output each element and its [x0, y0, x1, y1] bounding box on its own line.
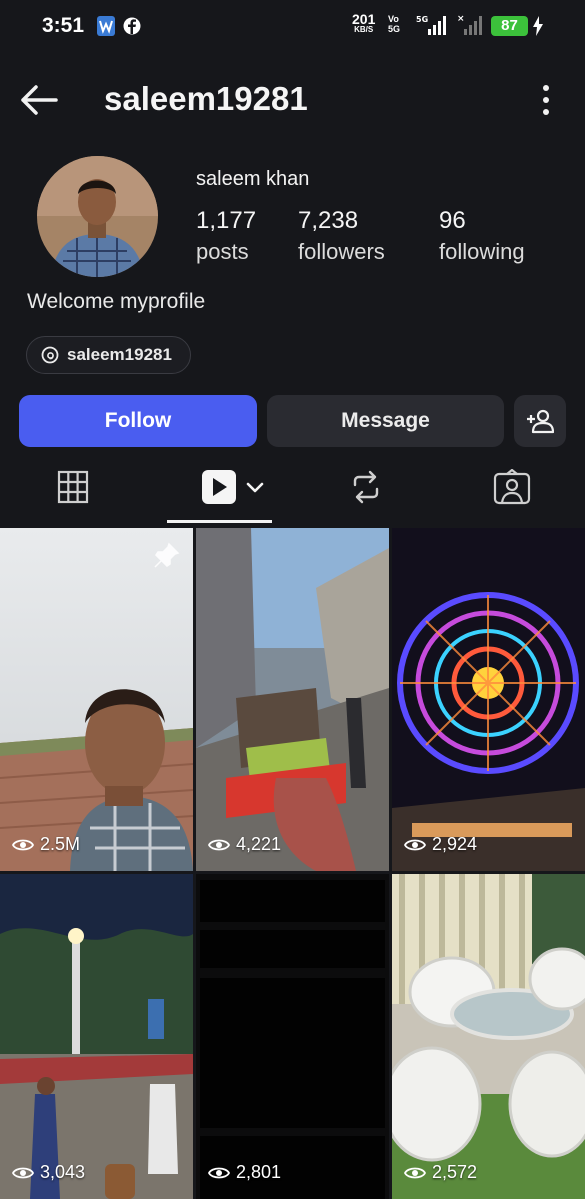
signal-secondary-icon: ×: [456, 13, 484, 35]
suggest-user-button[interactable]: [514, 395, 566, 447]
status-time: 3:51: [42, 14, 85, 37]
view-count-value: 3,043: [40, 1162, 86, 1182]
view-count-value: 2.5M: [40, 834, 81, 854]
view-count-value: 4,221: [236, 834, 282, 854]
view-count: 3,043: [12, 1162, 85, 1183]
threads-handle: saleem19281: [67, 345, 172, 364]
volte-indicator: Vo 5G: [388, 14, 400, 34]
view-count-value: 2,924: [432, 834, 478, 854]
more-vertical-icon: [543, 85, 549, 115]
signal-5g-icon: 5G: [414, 13, 450, 35]
reel-thumbnail[interactable]: 2,801: [196, 874, 389, 1199]
reels-icon: [202, 470, 264, 504]
threads-icon: [41, 346, 59, 364]
view-count: 2,572: [404, 1162, 477, 1183]
page-title: saleem19281: [104, 80, 308, 117]
eye-icon: [208, 839, 230, 850]
view-count-value: 2,801: [236, 1162, 282, 1182]
network-type: 5G: [416, 15, 428, 24]
followers-count: 7,238: [298, 207, 359, 234]
view-count-value: 2,572: [432, 1162, 478, 1182]
tab-reels[interactable]: [196, 465, 272, 509]
posts-label: posts: [196, 239, 249, 264]
grid-icon: [57, 470, 89, 504]
facebook-notification-icon: [123, 17, 141, 39]
view-count: 2.5M: [12, 834, 80, 855]
reposts-icon: [353, 470, 379, 504]
status-bar: 3:51 201 KB/S Vo 5G 5G × 87: [0, 0, 585, 52]
network-speed: 201 KB/S: [352, 12, 375, 34]
reel-thumbnail[interactable]: 3,043: [0, 874, 193, 1199]
volte-bottom: 5G: [388, 24, 401, 34]
followers-label: followers: [298, 239, 385, 264]
message-button[interactable]: Message: [267, 395, 504, 447]
reel-thumbnail[interactable]: 4,221: [196, 528, 389, 871]
follow-button[interactable]: Follow: [19, 395, 257, 447]
active-tab-indicator: [167, 520, 272, 523]
posts-count: 1,177: [196, 207, 257, 234]
tab-reposts[interactable]: [348, 465, 384, 509]
display-name: saleem khan: [196, 168, 310, 190]
profile-bio: Welcome myprofile: [27, 290, 206, 313]
stat-followers[interactable]: 7,238 followers: [298, 207, 385, 265]
charging-icon: [532, 16, 544, 38]
eye-icon: [404, 839, 426, 850]
view-count: 4,221: [208, 834, 281, 855]
reel-thumbnail[interactable]: 2,572: [392, 874, 585, 1199]
more-options-button[interactable]: [532, 82, 560, 118]
reel-thumbnail[interactable]: 2.5M: [0, 528, 193, 871]
eye-icon: [404, 1167, 426, 1178]
eye-icon: [12, 839, 34, 850]
stat-posts[interactable]: 1,177 posts: [196, 207, 256, 265]
app-notification-icon: [96, 15, 116, 37]
network-speed-unit: KB/S: [354, 25, 374, 34]
eye-icon: [12, 1167, 34, 1178]
following-label: following: [439, 239, 525, 264]
stat-following[interactable]: 96 following: [439, 207, 525, 265]
profile-tabs: [0, 455, 585, 525]
tab-tagged[interactable]: [493, 465, 531, 509]
tab-posts-grid[interactable]: [52, 465, 94, 509]
chevron-down-icon: [246, 482, 264, 493]
profile-avatar[interactable]: [37, 156, 158, 277]
eye-icon: [208, 1167, 230, 1178]
volte-top: Vo: [388, 14, 399, 24]
view-count: 2,801: [208, 1162, 281, 1183]
back-arrow-icon: [21, 85, 58, 115]
pinned-icon: [152, 542, 180, 575]
view-count: 2,924: [404, 834, 477, 855]
following-count: 96: [439, 207, 466, 234]
back-button[interactable]: [18, 80, 60, 120]
threads-link[interactable]: saleem19281: [26, 336, 191, 374]
battery-indicator: 87: [491, 16, 528, 36]
reel-thumbnail[interactable]: 2,924: [392, 528, 585, 871]
add-user-icon: [527, 409, 554, 434]
svg-text:×: ×: [457, 14, 465, 24]
tagged-icon: [493, 469, 531, 505]
reels-grid: 2.5M 4,221 2,924 3,043 2,801 2,572: [0, 528, 585, 1199]
